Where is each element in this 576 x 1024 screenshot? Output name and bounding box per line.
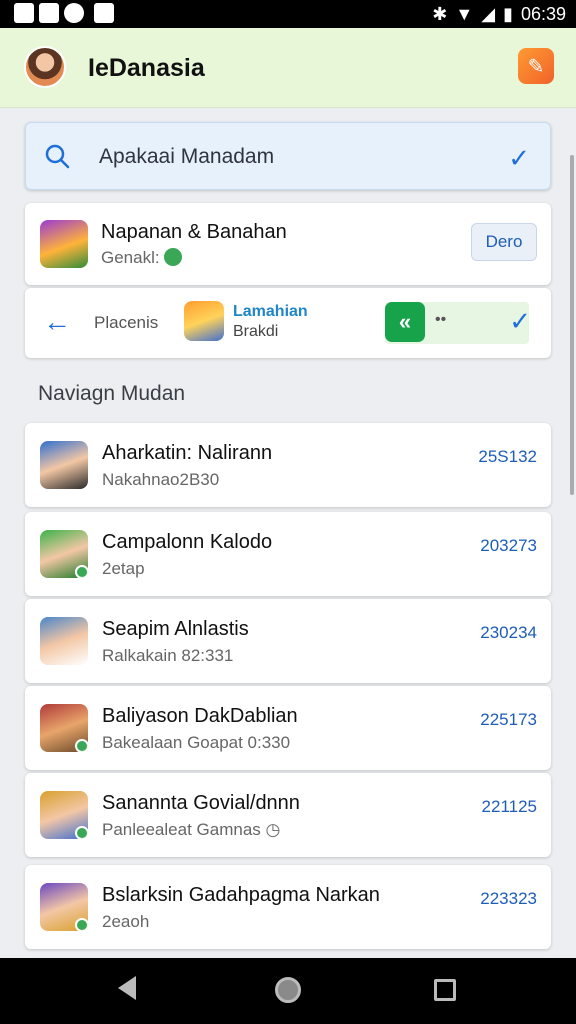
list-item-title: Baliyason DakDablian [102,705,298,727]
list-item[interactable]: Campalonn Kalodo 2etap 203273 [25,512,551,596]
featured-subtitle: Genakl: [101,248,182,268]
list-item-count: 223323 [480,889,537,908]
status-bar: ✱ ▼ ◢ ▮ 06:39 [0,0,576,28]
list-item[interactable]: Bslarksin Gadahpagma Narkan 2eaoh 223323 [25,865,551,949]
list-item-count: 225173 [480,710,537,729]
verified-icon [75,565,88,578]
notification-icon [94,3,114,23]
nav-recents-icon[interactable] [434,979,456,1001]
wifi-icon: ▼ [455,3,474,24]
list-item-count: 221125 [481,797,537,816]
check-icon[interactable]: ✓ [509,306,531,337]
featured-subtitle-text: Genakl: [101,248,160,267]
navigation-card: ← Placenis Lamahian Brakdi « •• ✓ [25,288,551,358]
verified-icon [163,248,182,266]
nav-item-subtitle: Brakdi [233,323,279,340]
search-icon [45,144,70,169]
signal-icon: ◢ [481,3,496,24]
game-thumbnail [40,791,88,839]
clock-icon: ◷ [265,820,281,839]
app-title: IeDanasia [88,54,205,82]
list-item[interactable]: Sanannta Govial/dnnn Panleealeat Gamnas … [25,773,551,857]
scrollbar[interactable] [570,155,574,495]
system-nav-bar [0,958,576,1024]
search-input[interactable]: Apakaai Manadam [99,145,274,169]
nav-home-icon[interactable] [275,977,301,1003]
check-icon[interactable]: ✓ [508,143,530,174]
status-time: 06:39 [520,3,566,24]
nav-label: Placenis [94,313,159,332]
double-chevron-left-icon: « [385,302,425,342]
list-item-title: Campalonn Kalodo [102,531,273,553]
game-thumbnail [40,617,88,665]
list-item-title: Aharkatin: Nalirann [102,442,273,464]
list-item-subtitle-text: Panleealeat Gamnas [102,820,261,839]
search-bar[interactable]: Apakaai Manadam ✓ [25,122,551,190]
list-item-subtitle: Nakahnao2B30 [102,470,220,489]
list-item-subtitle: 2etap [102,559,145,578]
game-thumbnail [40,704,88,752]
list-item-subtitle: Bakealaan Goapat 0:330 [102,733,291,752]
verified-icon [75,826,88,839]
featured-card[interactable]: Napanan & Banahan Genakl: Dero [25,203,551,285]
nav-chip[interactable]: « •• [385,302,529,344]
nav-back-icon[interactable] [118,976,136,1000]
featured-title: Napanan & Banahan [101,221,287,243]
list-item[interactable]: Seapim Alnlastis Ralkakain 82:331 230234 [25,599,551,683]
list-item-count: 230234 [480,623,537,642]
game-thumbnail [40,530,88,578]
arrow-left-icon[interactable]: ← [43,306,71,338]
game-thumbnail [40,220,88,268]
list-item-title: Sanannta Govial/dnnn [102,792,300,814]
game-list: Aharkatin: Nalirann Nakahnao2B30 25S132 … [25,423,551,949]
list-item-title: Bslarksin Gadahpagma Narkan [102,884,380,906]
status-right: ✱ ▼ ◢ ▮ 06:39 [432,3,566,25]
bluetooth-icon: ✱ [432,3,448,24]
verified-icon [75,739,88,752]
list-item-count: 203273 [480,536,537,555]
image-icon [14,3,34,23]
messenger-icon [39,3,59,23]
app-bar: IeDanasia ✎ [0,28,576,108]
list-item-subtitle: 2eaoh [102,912,150,931]
share-icon[interactable]: ✎ [518,48,554,84]
game-thumbnail [40,441,88,489]
game-thumbnail[interactable] [184,301,224,341]
shield-icon [64,3,84,23]
list-item-count: 25S132 [478,447,537,466]
nav-chip-text: •• [435,311,447,328]
verified-icon [75,918,88,931]
nav-item-title[interactable]: Lamahian [233,303,308,321]
list-item-subtitle: Ralkakain 82:331 [102,646,234,665]
demo-button[interactable]: Dero [471,223,537,261]
list-item[interactable]: Aharkatin: Nalirann Nakahnao2B30 25S132 [25,423,551,507]
list-item-subtitle: Panleealeat Gamnas ◷ [102,820,280,840]
list-item-title: Seapim Alnlastis [102,618,249,640]
game-thumbnail [40,883,88,931]
battery-icon: ▮ [503,3,513,24]
profile-avatar[interactable] [24,46,66,88]
list-item[interactable]: Baliyason DakDablian Bakealaan Goapat 0:… [25,686,551,770]
section-title: Naviagn Mudan [38,382,186,405]
